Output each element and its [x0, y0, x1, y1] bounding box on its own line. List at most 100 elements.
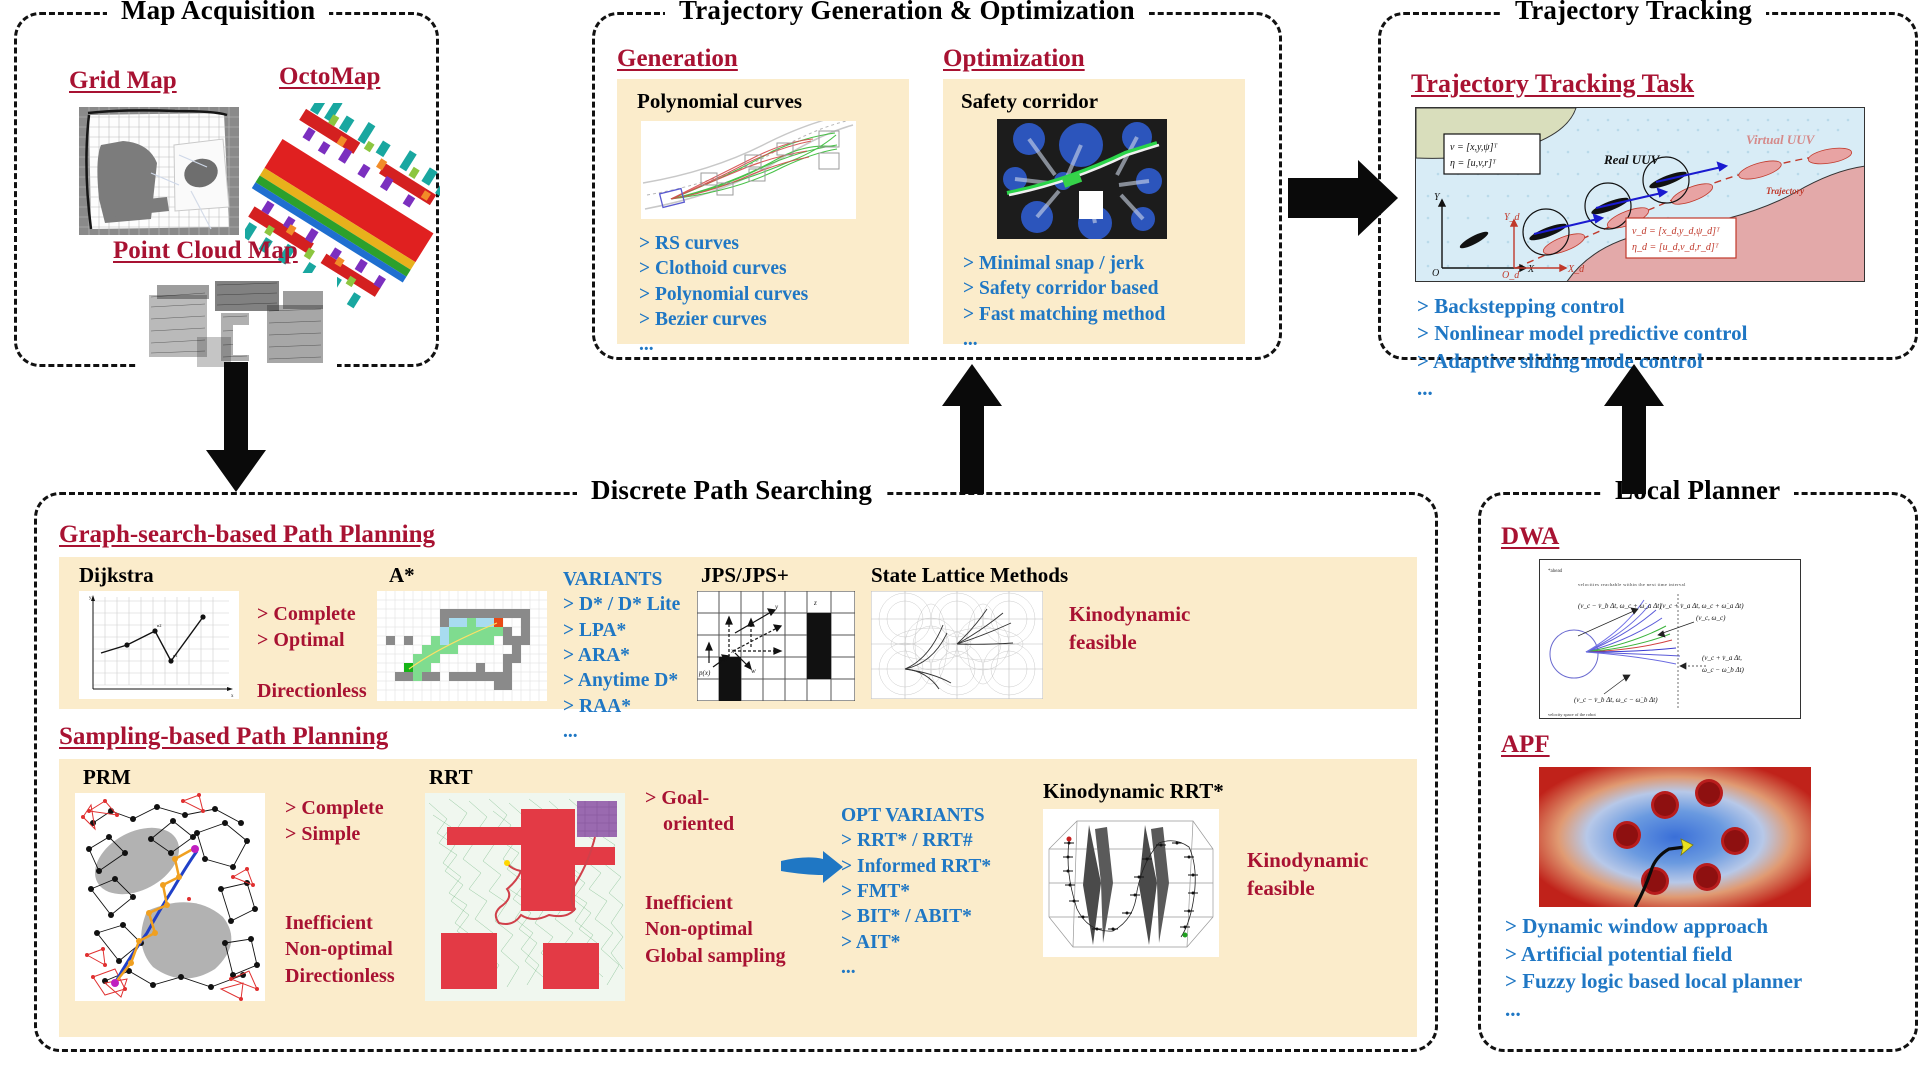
astar-figure	[377, 591, 547, 701]
svg-text:velocities reachable within th: velocities reachable within the next tim…	[1578, 582, 1686, 587]
svg-text:(v_c − v̇_b Δt, ω_c + ω̇_a Δt): (v_c − v̇_b Δt, ω_c + ω̇_a Δt)	[1578, 602, 1662, 610]
heading-optimization: Optimization	[943, 45, 1085, 72]
state-lattice-note-1: feasible	[1069, 629, 1137, 654]
svg-text:O: O	[1432, 268, 1439, 279]
heading-sampling-based: Sampling-based Path Planning	[59, 723, 389, 750]
heading-graph-search: Graph-search-based Path Planning	[59, 521, 435, 548]
state-lattice-figure	[871, 591, 1043, 699]
variants-item-5: ...	[563, 721, 578, 743]
prm-notes: > Complete > Simple Inefficient Non-opti…	[285, 795, 395, 989]
generation-card: Polynomial curves > RS curves > Clothoid…	[617, 79, 909, 355]
label-virtual-uuv: Virtual UUV	[1746, 132, 1816, 147]
optimization-bullets: > Minimal snap / jerk > Safety corridor …	[963, 251, 1165, 352]
prm-note-1: > Simple	[285, 823, 361, 846]
opt-variants-list: OPT VARIANTS > RRT* / RRT# > Informed RR…	[841, 803, 991, 980]
svg-text:*ahead: *ahead	[1548, 569, 1563, 574]
label-real-uuv: Real UUV	[1603, 152, 1661, 167]
panel-title-map-acquisition: Map Acquisition	[107, 0, 330, 26]
label-grid-map: Grid Map	[69, 67, 177, 94]
rrt-note-4: Non-optimal	[645, 918, 753, 941]
kinodynamic-rrt-note-1: feasible	[1247, 875, 1315, 900]
label-octomap: OctoMap	[279, 63, 381, 90]
svg-text:O_d: O_d	[1502, 270, 1520, 281]
dijkstra-figure: n2 n1 y x	[79, 591, 239, 699]
opt-variants-item-1: > Informed RRT*	[841, 855, 992, 877]
block-label-prm: PRM	[83, 765, 131, 789]
optimization-bullet-0: > Minimal snap / jerk	[963, 253, 1145, 274]
dijkstra-note-0: > Complete	[257, 603, 356, 625]
opt-variants-item-2: > FMT*	[841, 881, 911, 903]
rrt-note-3: Inefficient	[645, 891, 733, 914]
rrt-note-1: oriented	[663, 813, 735, 836]
optimization-bullet-2: > Fast matching method	[963, 303, 1166, 325]
prm-note-spacer	[285, 848, 395, 910]
subheading-polynomial-curves: Polynomial curves	[637, 89, 803, 113]
svg-text:n1: n1	[173, 653, 178, 658]
arrow-optimization-to-tracking	[1288, 160, 1400, 238]
variants-item-3: > Anytime D*	[563, 670, 679, 692]
rrt-figure	[425, 793, 625, 1001]
jps-figure: y z x w p(x)	[697, 591, 855, 701]
variants-item-0: > D* / D* Lite	[563, 594, 681, 616]
panel-discrete-path-searching: Discrete Path Searching Graph-search-bas…	[34, 475, 1438, 1052]
local-planner-bullet-0: > Dynamic window approach	[1505, 914, 1769, 938]
uuv-state-eq1: v = [x,y,ψ]ᵀ	[1450, 142, 1499, 153]
dwa-figure: *ahead velocities reachable within the n…	[1539, 559, 1801, 719]
prm-note-5: Directionless	[285, 964, 395, 987]
dijkstra-notes: > Complete > Optimal Directionless	[257, 601, 367, 704]
block-label-dijkstra: Dijkstra	[79, 563, 154, 587]
panel-trajectory-tracking: Trajectory Tracking Trajectory Tracking …	[1378, 0, 1918, 400]
safety-corridor-figure	[997, 119, 1167, 239]
uuv-desired-eq2: η_d = [u_d,v_d,r_d]ᵀ	[1632, 242, 1720, 253]
heading-trajectory-tracking-task: Trajectory Tracking Task	[1411, 69, 1695, 98]
prm-note-4: Non-optimal	[285, 938, 393, 961]
arrow-localplanner-to-tracking	[1600, 362, 1668, 494]
arrow-discrete-to-generation	[938, 362, 1006, 494]
apf-figure	[1539, 767, 1811, 907]
svg-text:(v_c − v̇_b Δt, ω_c − ω̇_b Δt): (v_c − v̇_b Δt, ω_c − ω̇_b Δt)	[1574, 696, 1658, 704]
generation-bullet-0: > RS curves	[639, 233, 739, 254]
arrow-map-to-discrete	[202, 362, 270, 494]
prm-note-3: Inefficient	[285, 911, 373, 934]
rrt-notes: > Goal- oriented Inefficient Non-optimal…	[645, 785, 786, 969]
svg-text:z: z	[813, 599, 817, 607]
panel-title-trajectory-generation: Trajectory Generation & Optimization	[665, 0, 1149, 26]
variants-list: VARIANTS > D* / D* Lite > LPA* > ARA* > …	[563, 567, 680, 744]
variants-item-2: > ARA*	[563, 645, 630, 667]
generation-bullet-4: ...	[639, 334, 654, 356]
svg-text:(v_c, ω_c): (v_c, ω_c)	[1696, 614, 1726, 622]
local-planner-bullets: > Dynamic window approach > Artificial p…	[1505, 913, 1802, 1024]
rrt-note-spacer	[645, 838, 786, 890]
kinodynamic-rrt-note-0: Kinodynamic	[1247, 848, 1369, 872]
generation-bullet-1: > Clothoid curves	[639, 258, 787, 280]
opt-variants-item-3: > BIT* / ABIT*	[841, 906, 972, 928]
opt-variants-item-5: ...	[841, 957, 856, 979]
state-lattice-note-0: Kinodynamic	[1069, 602, 1191, 626]
tracking-bullets: > Backstepping control > Nonlinear model…	[1417, 293, 1747, 402]
tracking-bullet-2: > Adaptive sliding mode control	[1417, 348, 1703, 373]
block-label-jps: JPS/JPS+	[701, 563, 789, 587]
panel-local-planner: Local Planner DWA *ahead velocities reac…	[1478, 475, 1918, 1052]
subheading-safety-corridor: Safety corridor	[961, 89, 1099, 113]
rrt-note-5: Global sampling	[645, 944, 786, 967]
svg-text:X_d: X_d	[1567, 264, 1585, 275]
svg-text:X: X	[1527, 264, 1535, 275]
dijkstra-note-1: > Optimal	[257, 629, 345, 652]
variants-item-4: > RAA*	[563, 695, 631, 717]
panel-title-discrete-path-searching: Discrete Path Searching	[577, 475, 887, 506]
svg-text:velocity space of the robot: velocity space of the robot	[1548, 712, 1596, 717]
grid-map-figure	[79, 107, 239, 235]
graph-search-card: Dijkstra n2 n1 y x > Complete > Optimal …	[59, 557, 1417, 742]
variants-item-1: > LPA*	[563, 619, 627, 641]
generation-bullet-3: > Bezier curves	[639, 309, 767, 331]
uuv-state-eq2: η = [u,v,r]ᵀ	[1450, 158, 1497, 169]
prm-figure	[75, 793, 265, 1001]
arrow-rrt-to-opt-variants	[781, 851, 845, 885]
optimization-bullet-3: ...	[963, 329, 978, 351]
opt-variants-header: OPT VARIANTS	[841, 805, 985, 826]
opt-variants-item-0: > RRT* / RRT#	[841, 830, 973, 852]
tracking-bullet-1: > Nonlinear model predictive control	[1417, 321, 1748, 346]
svg-text:w: w	[751, 667, 756, 675]
svg-text:ω_c − ω̇_b Δt): ω_c − ω̇_b Δt)	[1702, 666, 1745, 674]
svg-text:p(x): p(x)	[698, 669, 711, 677]
